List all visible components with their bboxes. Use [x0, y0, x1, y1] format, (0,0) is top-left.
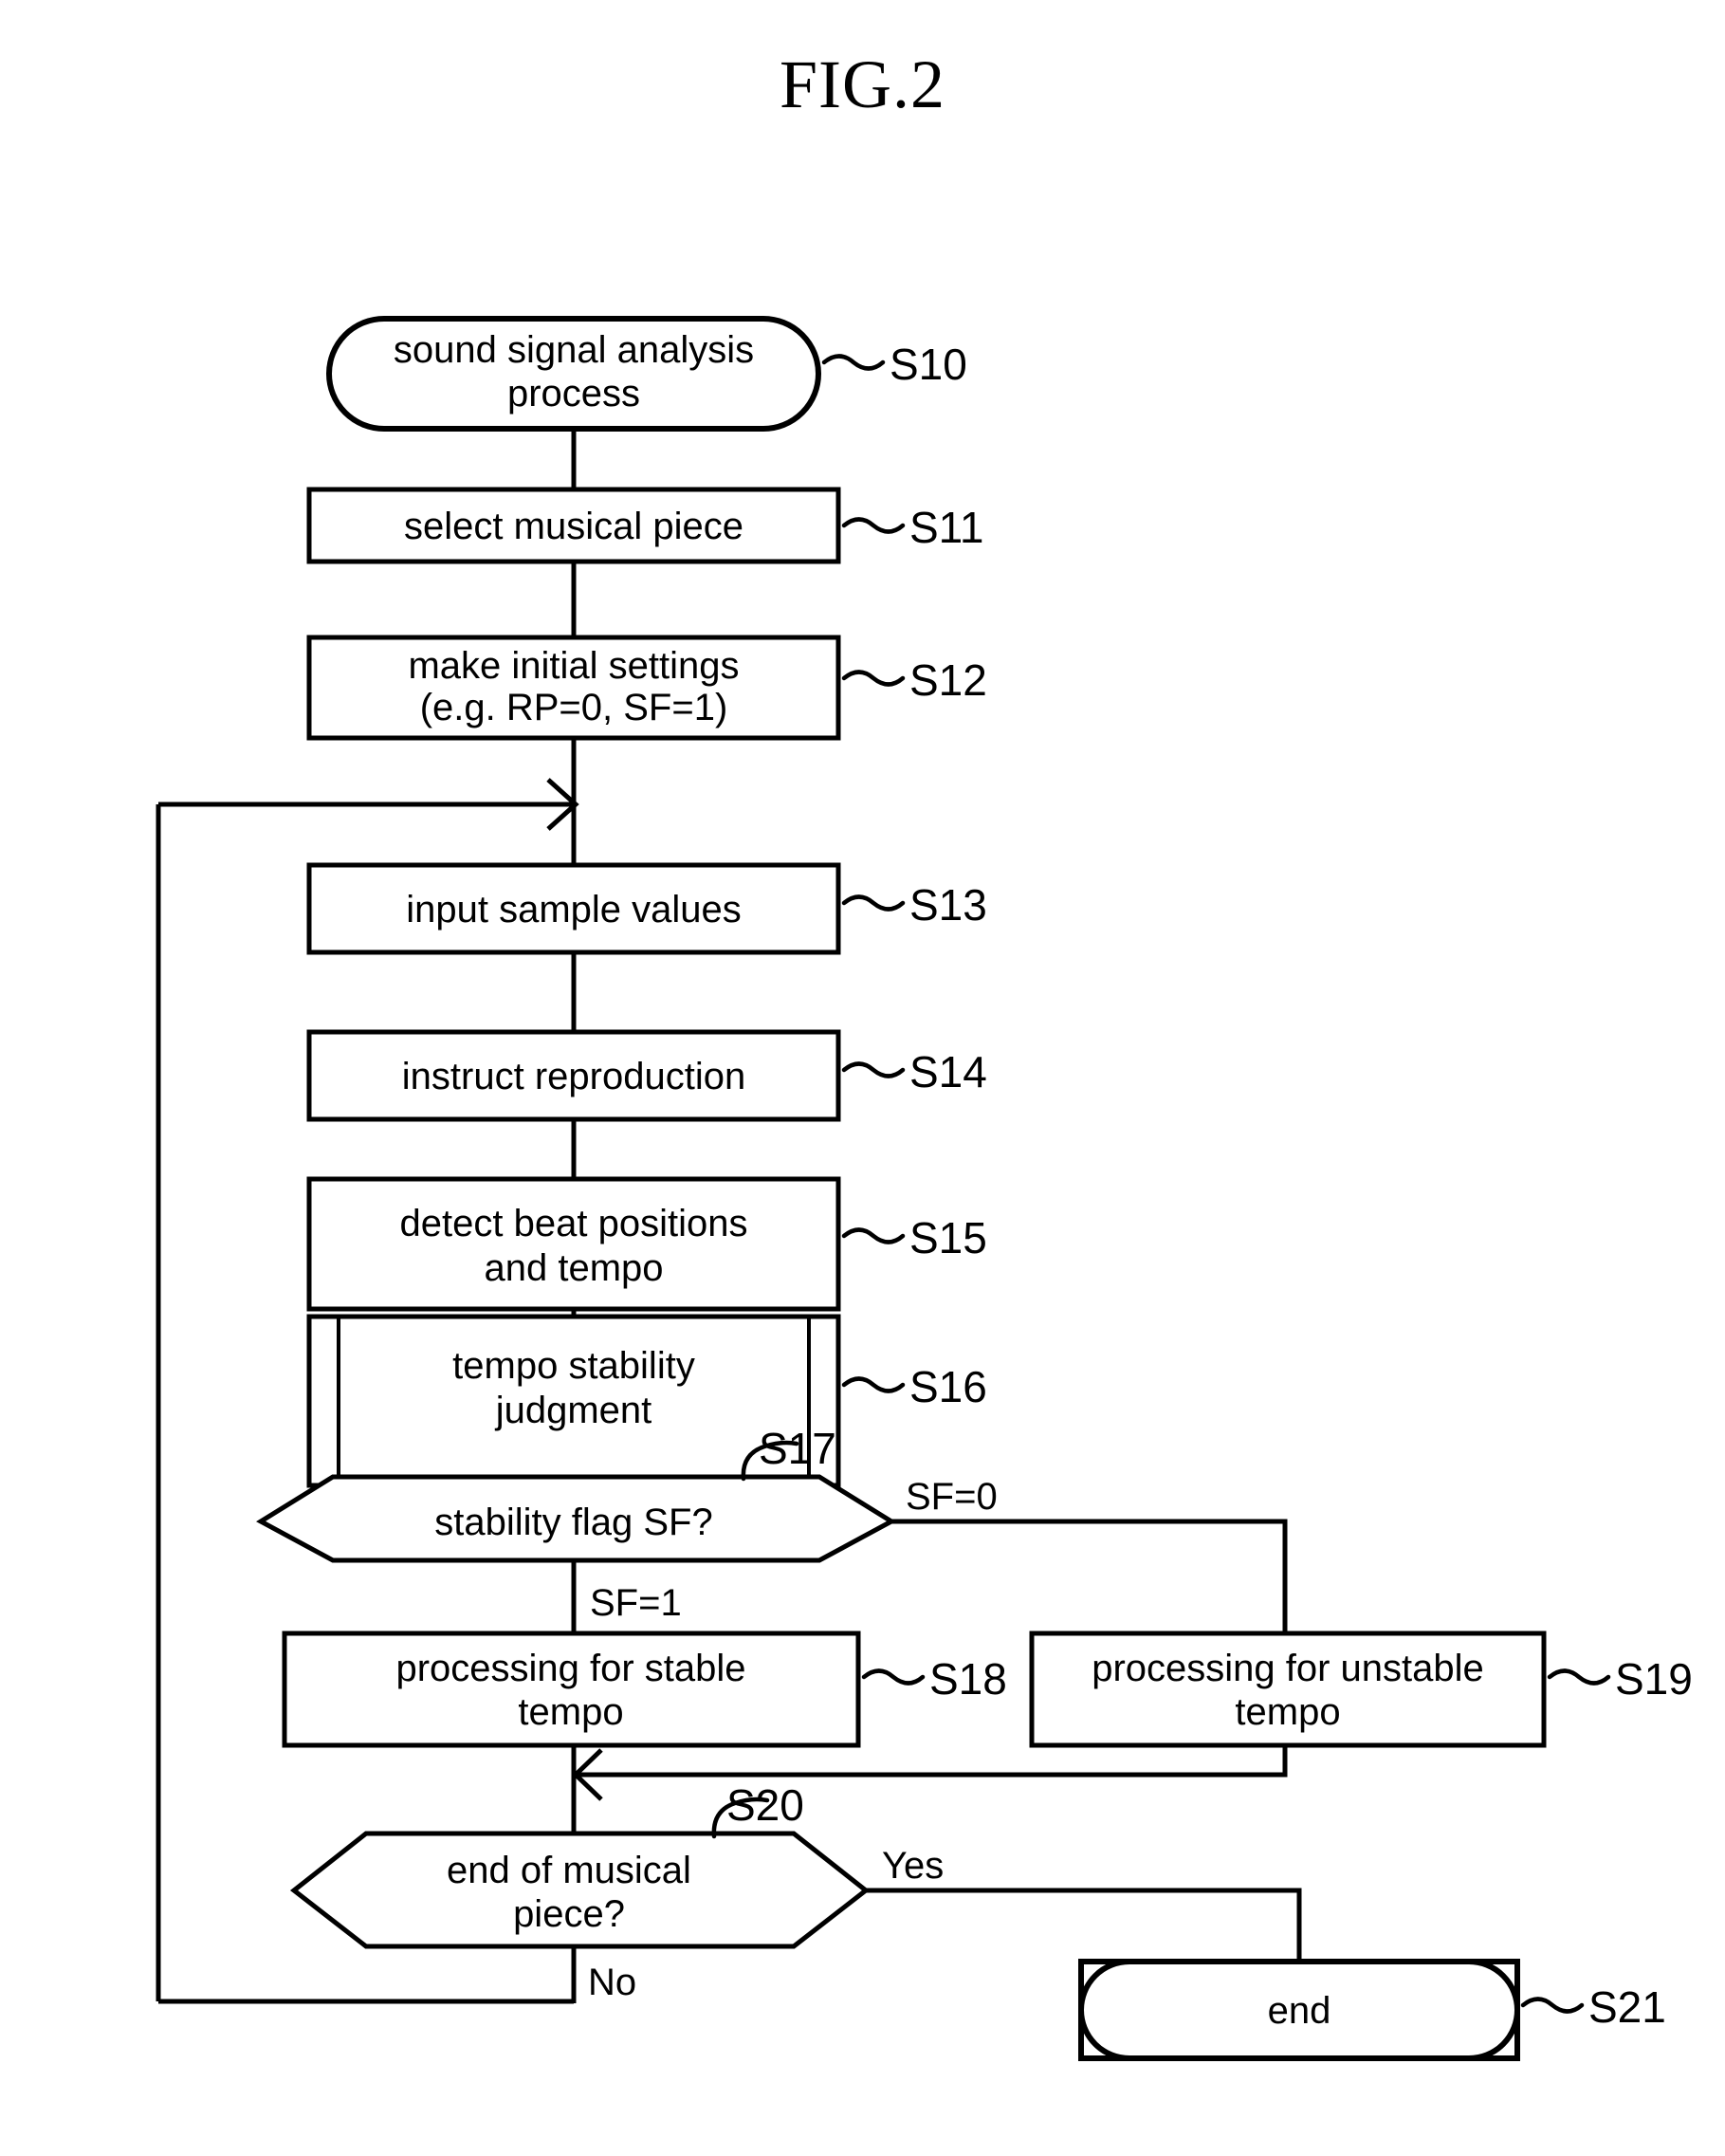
connector-s19-merge [576, 1745, 1288, 1778]
step-ref-s21: S21 [1588, 1982, 1666, 2032]
node-s13-line1: input sample values [406, 889, 742, 931]
leader-s16 [841, 1376, 906, 1393]
step-ref-s16: S16 [909, 1362, 987, 1411]
node-s14-line1: instruct reproduction [402, 1056, 745, 1097]
connector-s17-s19 [891, 1519, 1288, 1633]
figure-root: FIG.2 sound signal analysis process S10 … [0, 0, 1725, 2156]
step-ref-s19: S19 [1615, 1654, 1693, 1704]
leader-s11 [841, 517, 906, 534]
node-s11-line1: select musical piece [404, 506, 743, 547]
leader-s18 [861, 1668, 926, 1686]
leader-s13 [841, 894, 906, 912]
leader-s10 [821, 354, 886, 371]
node-s16-line1: tempo stability [452, 1345, 695, 1387]
step-ref-s20: S20 [726, 1780, 804, 1830]
leader-s19 [1547, 1668, 1611, 1686]
leader-s12 [841, 670, 906, 687]
leader-s14 [841, 1061, 906, 1078]
step-ref-s13: S13 [909, 880, 987, 930]
node-s12-line1: make initial settings [408, 645, 739, 687]
connector-s20-s21 [866, 1888, 1302, 1962]
step-ref-s17: S17 [759, 1424, 836, 1473]
node-s19-line2: tempo [1235, 1691, 1340, 1733]
node-s18-line1: processing for stable [395, 1648, 745, 1689]
leader-s21 [1520, 1997, 1585, 2014]
step-ref-s12: S12 [909, 655, 987, 705]
node-s15-line1: detect beat positions [400, 1203, 748, 1244]
node-s19-line1: processing for unstable [1092, 1648, 1484, 1689]
step-ref-s14: S14 [909, 1047, 987, 1096]
edge-label-no: No [588, 1962, 636, 2003]
leader-s15 [841, 1227, 906, 1244]
node-s12-line2: (e.g. RP=0, SF=1) [420, 687, 728, 728]
node-s10-line1: sound signal analysis [394, 329, 754, 371]
step-ref-s18: S18 [929, 1654, 1007, 1704]
step-ref-s15: S15 [909, 1213, 987, 1262]
step-ref-s10: S10 [890, 340, 967, 389]
flowchart-canvas: sound signal analysis process S10 select… [156, 316, 1693, 2061]
node-s17-line1: stability flag SF? [434, 1502, 712, 1543]
node-s20-line1: end of musical [447, 1850, 691, 1891]
node-s10-line2: process [507, 373, 640, 415]
node-s16-line2: judgment [495, 1390, 652, 1431]
edge-label-sf-zero: SF=0 [906, 1476, 998, 1518]
edge-label-sf-one: SF=1 [590, 1582, 682, 1624]
node-s15-line2: and tempo [484, 1247, 663, 1289]
node-s18-line2: tempo [518, 1691, 623, 1733]
edge-label-yes: Yes [882, 1845, 944, 1887]
node-s21-line1: end [1268, 1990, 1331, 2032]
step-ref-s11: S11 [909, 503, 983, 552]
node-s20-line2: piece? [513, 1893, 625, 1935]
